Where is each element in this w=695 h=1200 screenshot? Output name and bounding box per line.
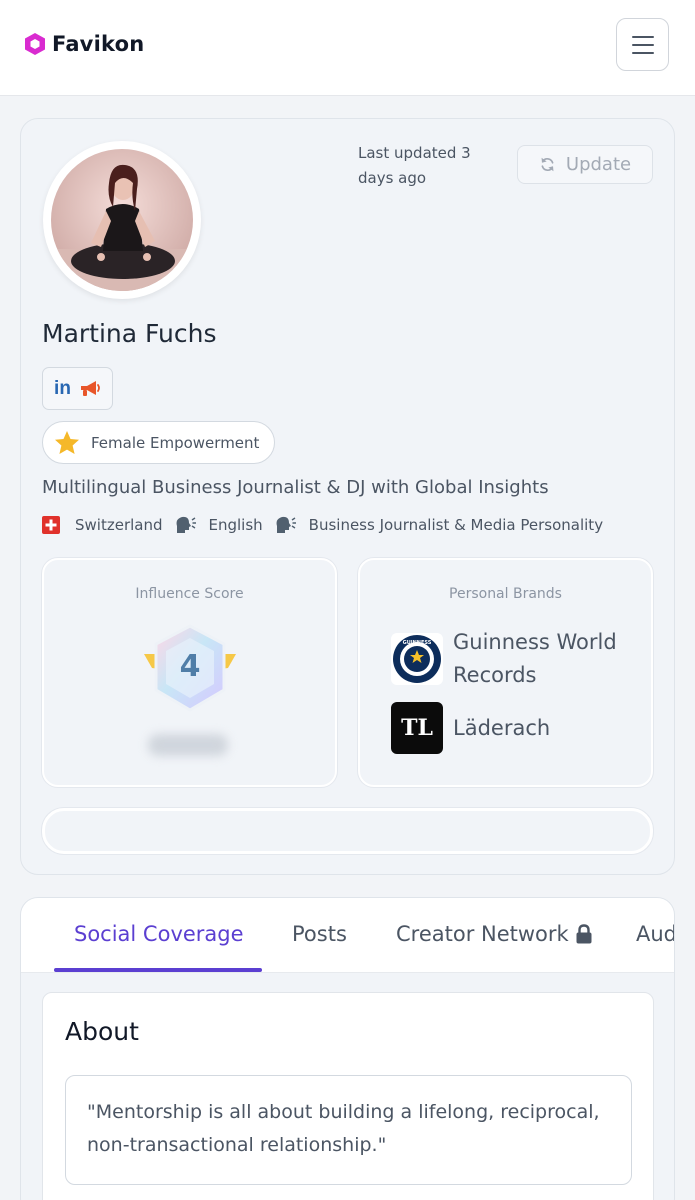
active-tab-indicator — [54, 968, 262, 972]
about-section: About "Mentorship is all about building … — [42, 992, 654, 1200]
avatar-image — [51, 149, 193, 291]
tab-posts[interactable]: Posts — [292, 922, 347, 946]
top-bar: Favikon — [0, 0, 695, 96]
brand-name: Favikon — [52, 32, 145, 56]
profile-name: Martina Fuchs — [42, 319, 217, 348]
tab-audience[interactable]: Audie — [636, 922, 674, 946]
tab-creator-network[interactable]: Creator Network — [396, 922, 593, 946]
social-platforms: in — [42, 367, 113, 410]
star-icon — [55, 430, 79, 454]
megaphone-icon[interactable] — [79, 379, 101, 399]
personal-brands-card: Personal Brands GUINNESS Guinness World … — [358, 558, 653, 787]
brand-name: Guinness World Records — [453, 630, 617, 687]
profile-card: Last updated 3 days ago Update Martina F… — [20, 118, 675, 875]
laderach-logo: TL — [391, 702, 443, 754]
tab-bar: Social Coverage Posts Creator Network Au… — [21, 898, 674, 973]
level-number: 4 — [180, 649, 201, 684]
svg-text:GUINNESS: GUINNESS — [403, 640, 432, 646]
swiss-flag-icon — [42, 516, 60, 534]
content-tabs-card: Social Coverage Posts Creator Network Au… — [20, 897, 675, 1200]
language-label: English — [208, 516, 263, 534]
country-label: Switzerland — [75, 516, 163, 534]
update-button[interactable]: Update — [517, 145, 653, 184]
hexagon-logo-icon — [25, 33, 45, 55]
avatar — [43, 141, 201, 299]
blurred-score — [148, 734, 228, 756]
refresh-icon — [541, 157, 554, 172]
category-label: Business Journalist & Media Personality — [308, 516, 604, 534]
favikon-logo[interactable]: Favikon — [24, 32, 144, 56]
update-label: Update — [565, 154, 632, 175]
about-title: About — [65, 1017, 139, 1046]
topic-tag[interactable]: Female Empowerment — [42, 421, 275, 464]
level-badge-icon: 4 — [144, 624, 236, 712]
influence-score-card: Influence Score 4 — [42, 558, 337, 787]
brand-name: Läderach — [453, 715, 551, 740]
profile-headline: Multilingual Business Journalist & DJ wi… — [42, 477, 549, 498]
brand-item[interactable]: TL Läderach — [391, 702, 623, 754]
brand-item[interactable]: GUINNESS Guinness World Records — [391, 626, 623, 692]
hamburger-menu-button[interactable] — [616, 18, 669, 71]
about-quote: "Mentorship is all about building a life… — [65, 1075, 632, 1185]
empty-info-bar — [42, 808, 653, 854]
speaking-head-icon — [176, 516, 196, 533]
influence-score-title: Influence Score — [135, 586, 244, 602]
personal-brands-title: Personal Brands — [449, 586, 562, 602]
last-updated-text: Last updated 3 days ago — [358, 144, 471, 187]
hamburger-icon — [631, 35, 654, 38]
linkedin-icon[interactable]: in — [54, 378, 71, 400]
speaking-head-icon — [276, 516, 296, 533]
topic-tag-label: Female Empowerment — [91, 433, 260, 452]
tab-social-coverage[interactable]: Social Coverage — [74, 922, 244, 946]
guinness-logo: GUINNESS — [391, 633, 443, 685]
profile-meta: Switzerland English Business Journalist … — [42, 513, 603, 537]
lock-icon — [576, 924, 592, 944]
